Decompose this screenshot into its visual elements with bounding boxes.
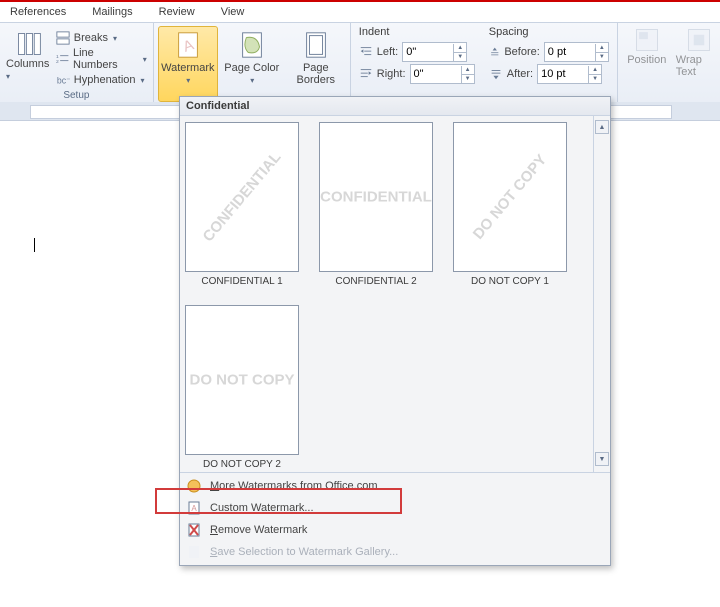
watermark-text: CONFIDENTIAL	[320, 189, 432, 206]
menu-save-to-gallery: Save Selection to Watermark Gallery...	[180, 541, 610, 563]
position-label: Position	[627, 54, 666, 66]
menu-remove-watermark[interactable]: Remove Watermark	[180, 519, 610, 541]
indent-left-icon	[359, 45, 373, 59]
spacing-before-value[interactable]	[545, 44, 595, 60]
spin-up-icon[interactable]: ▲	[454, 44, 466, 53]
spin-up-icon[interactable]: ▲	[589, 66, 601, 75]
breaks-button[interactable]: Breaks▾	[56, 28, 147, 48]
spacing-before-label: Before:	[504, 46, 539, 58]
spacing-after-label: After:	[507, 68, 533, 80]
watermark-icon: A	[173, 30, 203, 60]
watermark-text: CONFIDENTIAL	[200, 149, 285, 245]
spin-down-icon[interactable]: ▼	[454, 53, 466, 61]
position-icon	[633, 26, 661, 54]
tab-review[interactable]: Review	[159, 6, 195, 18]
menu-custom-watermark[interactable]: A Custom Watermark...	[180, 497, 610, 519]
page-borders-button[interactable]: Page Borders	[286, 26, 346, 102]
spin-down-icon[interactable]: ▼	[596, 53, 608, 61]
scroll-down-icon[interactable]: ▼	[595, 452, 609, 466]
spin-down-icon[interactable]: ▼	[462, 75, 474, 83]
spin-down-icon[interactable]: ▼	[589, 75, 601, 83]
watermark-preset-donotcopy-1[interactable]: DO NOT COPY DO NOT COPY 1	[454, 122, 566, 287]
watermark-preset-donotcopy-2[interactable]: DO NOT COPY DO NOT COPY 2	[186, 305, 298, 470]
indent-right-label: Right:	[377, 68, 406, 80]
spacing-after-value[interactable]	[538, 66, 588, 82]
watermark-preset-label: DO NOT COPY 1	[471, 276, 549, 287]
spacing-after-icon	[489, 67, 503, 81]
watermark-preset-label: CONFIDENTIAL 1	[201, 276, 282, 287]
watermark-gallery: CONFIDENTIAL CONFIDENTIAL 1 CONFIDENTIAL…	[180, 116, 593, 472]
spin-up-icon[interactable]: ▲	[596, 44, 608, 53]
indent-heading: Indent	[359, 26, 479, 38]
svg-text:bc⁻: bc⁻	[57, 76, 70, 86]
page-color-icon	[237, 30, 267, 60]
scroll-up-icon[interactable]: ▲	[595, 120, 609, 134]
tab-mailings[interactable]: Mailings	[92, 6, 132, 18]
tab-references[interactable]: References	[10, 6, 66, 18]
columns-icon	[15, 30, 43, 58]
indent-left-value[interactable]	[403, 44, 453, 60]
dropdown-menu: More Watermarks from Office.com A Custom…	[180, 472, 610, 565]
wrap-text-button: Wrap Text	[676, 26, 720, 102]
indent-right-icon	[359, 67, 373, 81]
line-numbers-icon: 12	[56, 52, 69, 66]
columns-button[interactable]: Columns ▾	[6, 30, 52, 90]
tab-view[interactable]: View	[221, 6, 245, 18]
wrap-text-label: Wrap Text	[676, 54, 720, 78]
indent-right-value[interactable]	[411, 66, 461, 82]
spacing-after-input[interactable]: ▲▼	[537, 64, 602, 84]
watermark-dropdown: Confidential CONFIDENTIAL CONFIDENTIAL 1…	[179, 96, 611, 566]
save-gallery-icon	[186, 544, 202, 560]
page-color-label: Page Color	[224, 62, 279, 74]
watermark-label: Watermark	[161, 62, 214, 74]
watermark-preset-label: CONFIDENTIAL 2	[335, 276, 416, 287]
indent-left-input[interactable]: ▲▼	[402, 42, 467, 62]
svg-text:1: 1	[56, 54, 59, 60]
ribbon-tabs: References Mailings Review View	[0, 2, 720, 22]
line-numbers-button[interactable]: 12 Line Numbers▾	[56, 49, 147, 69]
watermark-preset-confidential-2[interactable]: CONFIDENTIAL CONFIDENTIAL 2	[320, 122, 432, 287]
watermark-text: DO NOT COPY	[470, 151, 551, 242]
page-borders-icon	[301, 30, 331, 60]
spacing-before-input[interactable]: ▲▼	[544, 42, 609, 62]
watermark-preset-label: DO NOT COPY 2	[203, 459, 281, 470]
watermark-preset-confidential-1[interactable]: CONFIDENTIAL CONFIDENTIAL 1	[186, 122, 298, 287]
indent-left-label: Left:	[377, 46, 398, 58]
hyphenation-label: Hyphenation	[74, 74, 136, 86]
position-button: Position	[624, 26, 670, 102]
watermark-button[interactable]: A Watermark▾	[158, 26, 218, 102]
watermark-text: DO NOT COPY	[189, 372, 294, 389]
wrap-text-icon	[685, 26, 713, 54]
svg-text:A: A	[191, 504, 197, 513]
breaks-label: Breaks	[74, 32, 108, 44]
group-label-setup: Setup	[6, 90, 147, 102]
indent-right-input[interactable]: ▲▼	[410, 64, 475, 84]
remove-watermark-icon	[186, 522, 202, 538]
page-color-button[interactable]: Page Color▾	[222, 26, 282, 102]
spin-up-icon[interactable]: ▲	[462, 66, 474, 75]
hyphenation-button[interactable]: bc⁻ Hyphenation▾	[56, 70, 147, 90]
office-icon	[186, 478, 202, 494]
gallery-scrollbar[interactable]: ▲ ▼	[593, 116, 610, 472]
hyphenation-icon: bc⁻	[56, 73, 70, 87]
columns-label: Columns	[6, 58, 49, 70]
line-numbers-label: Line Numbers	[73, 47, 138, 71]
text-cursor	[34, 238, 35, 252]
breaks-icon	[56, 31, 70, 45]
menu-more-watermarks[interactable]: More Watermarks from Office.com	[180, 475, 610, 497]
ribbon: Columns ▾ Breaks▾ 12 Line Numbers▾ bc⁻ H…	[0, 22, 720, 104]
dropdown-section-header: Confidential	[180, 97, 610, 116]
custom-watermark-icon: A	[186, 500, 202, 516]
spacing-before-icon	[489, 45, 501, 59]
svg-text:2: 2	[56, 59, 59, 65]
spacing-heading: Spacing	[489, 26, 609, 38]
page-borders-label: Page Borders	[287, 62, 345, 86]
